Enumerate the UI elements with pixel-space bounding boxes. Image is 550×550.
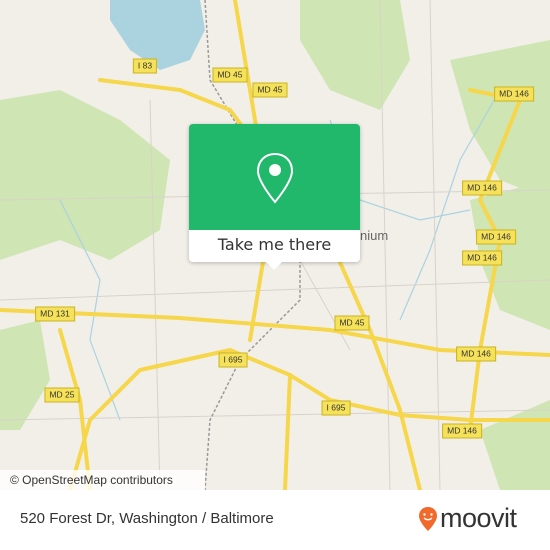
road-shield: MD 25 [44,387,80,403]
road-shield: I 83 [132,58,158,74]
moovit-pin-icon [419,506,437,531]
road-shield: MD 146 [442,423,482,439]
map[interactable]: MD 45 I 83 MD 45 MD 146 MD 146 MD 146 MD… [0,0,550,490]
take-me-there-button[interactable]: Take me there [189,230,360,262]
road-shield: MD 146 [462,180,502,196]
road-shield: MD 146 [476,229,516,245]
reservoir [110,0,205,70]
popup-pointer [265,261,283,270]
road-shield: MD 45 [212,67,248,83]
attribution[interactable]: © OpenStreetMap contributors [0,470,205,490]
road-shield: MD 45 [334,315,370,331]
location-popup: Take me there [189,124,360,270]
map-pin-icon [256,152,294,204]
place-label: nium [360,228,389,243]
road-shield: MD 146 [456,346,496,362]
address-label: 520 Forest Dr, Washington / Baltimore [20,510,274,527]
road-shield: I 695 [218,352,248,368]
road-shield: MD 146 [494,86,534,102]
road-shield: I 695 [321,400,351,416]
road-shield: MD 131 [35,306,75,322]
brand-name: moovit [440,503,517,533]
road-shield: MD 45 [252,82,288,98]
road-shield: MD 146 [462,250,502,266]
moovit-logo[interactable]: moovit [418,503,517,534]
